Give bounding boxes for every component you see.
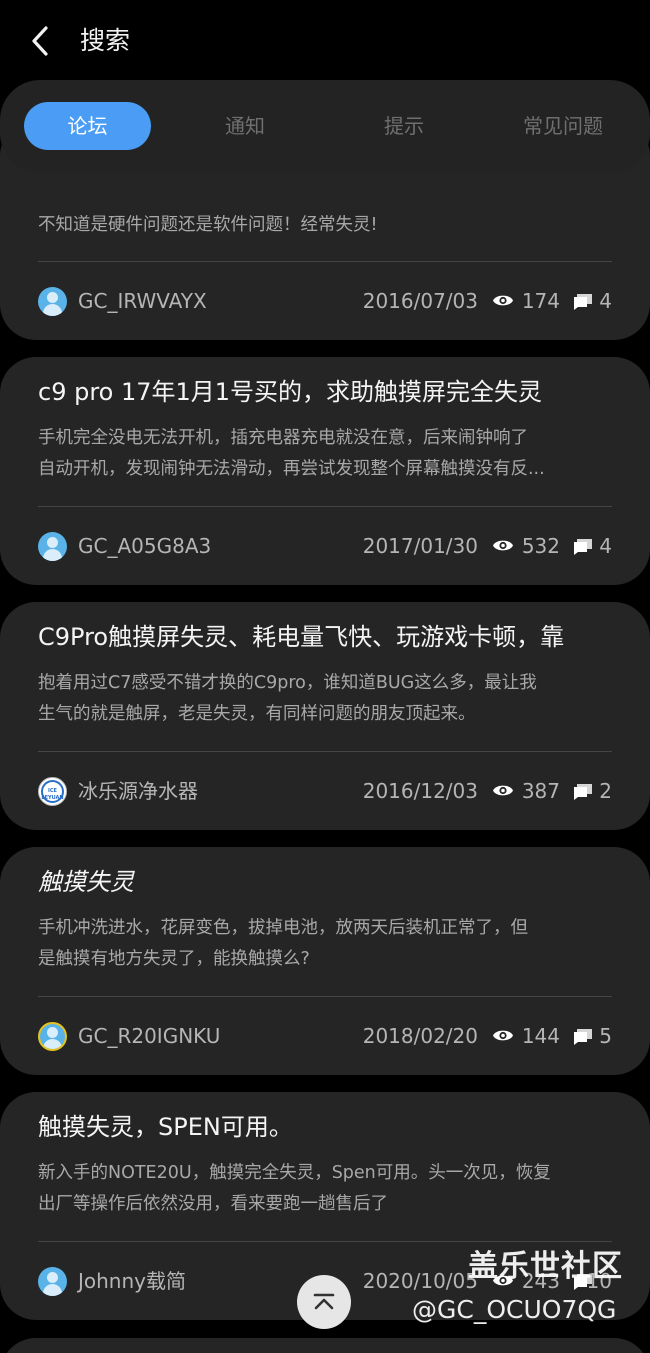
tab-forum[interactable]: 论坛 xyxy=(24,102,151,150)
comment-icon xyxy=(574,294,592,310)
page-title: 搜索 xyxy=(80,26,131,55)
excerpt-line: 手机完全没电无法开机，插充电器充电就没在意，后来闹钟响了 xyxy=(38,428,528,448)
post-date: 2016/07/03 xyxy=(362,289,478,313)
post-meta: ICE LEYUAN 冰乐源净水器 2016/12/03 387 2 xyxy=(38,776,612,806)
post-excerpt: 新入手的NOTE20U，触摸完全失灵，Spen可用。头一次见，恢复 出厂等操作后… xyxy=(38,1158,613,1220)
comment-count: 4 xyxy=(599,289,612,313)
excerpt-line: 手机冲洗进水，花屏变色，拔掉电池，放两天后装机正常了，但 xyxy=(38,918,528,938)
scroll-to-top-button[interactable] xyxy=(297,1275,351,1329)
tab-tips[interactable]: 提示 xyxy=(345,102,463,150)
author-name[interactable]: 冰乐源净水器 xyxy=(78,776,198,806)
eye-icon xyxy=(493,295,513,306)
view-count: 144 xyxy=(521,1024,560,1048)
post-date: 2017/01/30 xyxy=(362,534,478,558)
excerpt-line: 新入手的NOTE20U，触摸完全失灵，Spen可用。头一次见，恢复 xyxy=(38,1163,551,1183)
post-title: c9 pro 17年1月1号买的，求助触摸屏完全失灵 xyxy=(38,378,543,406)
eye-icon xyxy=(493,540,513,551)
avatar[interactable] xyxy=(38,1267,67,1296)
view-count: 532 xyxy=(521,534,560,558)
post-excerpt: 不知道是硬件问题还是软件问题！经常失灵! xyxy=(38,210,613,241)
watermark-brand: 盖乐世社区 xyxy=(468,1249,623,1284)
avatar-logo-text: ICE LEYUAN xyxy=(41,788,64,801)
excerpt-line: 自动开机，发现闹钟无法滑动，再尝试发现整个屏幕触摸没有反... xyxy=(38,459,545,479)
comment-count: 2 xyxy=(599,779,612,803)
excerpt-line: 出厂等操作后依然没用，看来要跑一趟售后了 xyxy=(38,1194,388,1214)
divider xyxy=(38,751,612,752)
post-excerpt: 抱着用过C7感受不错才换的C9pro，谁知道BUG这么多，最让我 生气的就是触屏… xyxy=(38,668,613,730)
post-excerpt: 手机冲洗进水，花屏变色，拔掉电池，放两天后装机正常了，但 是触摸有地方失灵了，能… xyxy=(38,913,613,975)
comment-count: 4 xyxy=(599,534,612,558)
view-count: 387 xyxy=(521,779,560,803)
author-name[interactable]: Johnny载简 xyxy=(78,1266,186,1296)
post-card[interactable]: c9 pro 17年1月1号买的，求助触摸屏完全失灵 手机完全没电无法开机，插充… xyxy=(0,357,650,585)
divider xyxy=(38,261,612,262)
comment-count: 5 xyxy=(599,1024,612,1048)
comment-icon xyxy=(574,539,592,555)
excerpt-line: 是触摸有地方失灵了，能换触摸么? xyxy=(38,949,310,969)
avatar[interactable] xyxy=(38,287,67,316)
post-title: C9Pro触摸屏失灵、耗电量飞快、玩游戏卡顿，靠 xyxy=(38,623,565,651)
post-card[interactable]: 触摸失灵 手机冲洗进水，花屏变色，拔掉电池，放两天后装机正常了，但 是触摸有地方… xyxy=(0,847,650,1075)
comment-icon xyxy=(574,784,592,800)
post-title: 触摸失灵 xyxy=(38,868,134,896)
arrow-up-to-top-icon xyxy=(313,1293,335,1310)
author-name[interactable]: GC_A05G8A3 xyxy=(78,531,211,561)
excerpt-line: 不知道是硬件问题还是软件问题！经常失灵! xyxy=(38,215,378,235)
category-tabs: 论坛 通知 提示 常见问题 xyxy=(0,80,650,173)
author-name[interactable]: GC_R20IGNKU xyxy=(78,1021,220,1051)
eye-icon xyxy=(493,1030,513,1041)
comment-icon xyxy=(574,1029,592,1045)
app-header: 搜索 xyxy=(0,0,650,80)
divider xyxy=(38,1241,612,1242)
watermark-user: @GC_OCUO7QG xyxy=(412,1295,617,1324)
post-title: 触摸失灵，SPEN可用。 xyxy=(38,1113,293,1141)
avatar[interactable] xyxy=(38,1022,67,1051)
view-count: 174 xyxy=(521,289,560,313)
post-meta: GC_A05G8A3 2017/01/30 532 4 xyxy=(38,531,612,561)
excerpt-line: 生气的就是触屏，老是失灵，有同样问题的朋友顶起来。 xyxy=(38,704,476,724)
divider xyxy=(38,996,612,997)
post-card[interactable] xyxy=(0,1338,650,1353)
post-card[interactable]: C9Pro触摸屏失灵、耗电量飞快、玩游戏卡顿，靠 抱着用过C7感受不错才换的C9… xyxy=(0,602,650,830)
tab-notice[interactable]: 通知 xyxy=(186,102,304,150)
chevron-left-icon[interactable] xyxy=(26,22,56,60)
divider xyxy=(38,506,612,507)
author-name[interactable]: GC_IRWVAYX xyxy=(78,286,207,316)
post-date: 2018/02/20 xyxy=(362,1024,478,1048)
post-meta: GC_R20IGNKU 2018/02/20 144 5 xyxy=(38,1021,612,1051)
eye-icon xyxy=(493,785,513,796)
tab-faq[interactable]: 常见问题 xyxy=(503,102,623,150)
avatar[interactable] xyxy=(38,532,67,561)
excerpt-line: 抱着用过C7感受不错才换的C9pro，谁知道BUG这么多，最让我 xyxy=(38,673,537,693)
post-meta: GC_IRWVAYX 2016/07/03 174 4 xyxy=(38,286,612,316)
post-date: 2016/12/03 xyxy=(362,779,478,803)
post-excerpt: 手机完全没电无法开机，插充电器充电就没在意，后来闹钟响了 自动开机，发现闹钟无法… xyxy=(38,423,613,485)
avatar[interactable]: ICE LEYUAN xyxy=(38,777,67,806)
